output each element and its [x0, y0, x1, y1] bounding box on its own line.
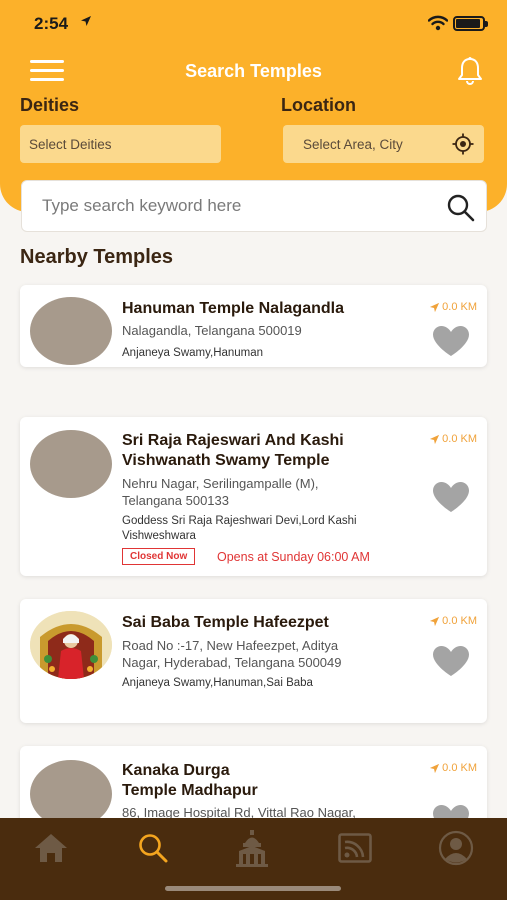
temple-address-line: Nagar, Hyderabad, Telangana 500049 [122, 655, 342, 670]
temple-address-line: Road No :-17, New Hafeezpet, Aditya [122, 638, 339, 653]
current-location-icon[interactable] [452, 133, 474, 155]
sai-baba-image [30, 611, 112, 679]
temple-address: Road No :-17, New Hafeezpet, Aditya Naga… [122, 637, 402, 671]
tab-home[interactable] [31, 828, 71, 868]
temple-name: Hanuman Temple Nalagandla [122, 300, 344, 317]
temple-image [30, 430, 112, 498]
wifi-icon [428, 15, 448, 31]
temple-card[interactable]: Hanuman Temple Nalagandla Nalagandla, Te… [20, 285, 487, 367]
temple-distance-value: 0.0 KM [442, 762, 477, 774]
temple-name: Sri Raja Rajeswari And Kashi Vishwanath … [122, 431, 392, 471]
temple-deities-line: Goddess Sri Raja Rajeshwari Devi,Lord Ka… [122, 515, 357, 527]
temple-name-line: Temple Madhapur [122, 782, 258, 799]
favorite-heart-icon[interactable] [432, 481, 470, 513]
distance-arrow-icon [430, 434, 440, 444]
tab-profile[interactable] [436, 828, 476, 868]
location-select[interactable]: Select Area, City [283, 125, 484, 163]
search-icon [139, 834, 168, 863]
location-arrow-icon [81, 16, 91, 26]
search-icon[interactable] [446, 193, 476, 223]
temple-icon [236, 830, 268, 867]
favorite-heart-icon[interactable] [432, 325, 470, 357]
cast-icon [338, 833, 372, 863]
profile-icon [438, 830, 474, 866]
notification-bell-icon[interactable] [456, 56, 484, 86]
location-label: Location [281, 95, 356, 115]
temple-name: Kanaka Durga Temple Madhapur [122, 761, 392, 801]
temple-deities: Anjaneya Swamy,Hanuman,Sai Baba [122, 677, 313, 689]
deities-label: Deities [20, 95, 80, 115]
closed-now-badge: Closed Now [122, 548, 196, 565]
temple-address: Nalagandla, Telangana 500019 [122, 323, 302, 338]
temple-address-line: Nehru Nagar, Serilingampalle (M), [122, 476, 319, 491]
temple-distance: 0.0 KM [429, 615, 477, 627]
deities-select-placeholder: Select Deities [29, 136, 112, 152]
temple-distance: 0.0 KM [429, 762, 477, 774]
temple-card[interactable]: Sri Raja Rajeswari And Kashi Vishwanath … [20, 417, 487, 576]
tab-feed[interactable] [335, 828, 375, 868]
temple-distance: 0.0 KM [429, 433, 477, 445]
temple-deities-line: Vishweshwara [122, 530, 196, 542]
search-input[interactable] [42, 196, 422, 216]
home-icon [35, 834, 67, 862]
distance-arrow-icon [430, 763, 440, 773]
distance-arrow-icon [430, 616, 440, 626]
page-title: Search Temples [185, 61, 322, 81]
temple-name-line: Vishwanath Swamy Temple [122, 452, 330, 469]
temple-distance-value: 0.0 KM [442, 433, 477, 445]
distance-arrow-icon [430, 302, 440, 312]
temple-name: Sai Baba Temple Hafeezpet [122, 614, 329, 631]
battery-icon [453, 16, 488, 31]
location-select-placeholder: Select Area, City [303, 136, 403, 152]
temple-distance-value: 0.0 KM [442, 301, 477, 313]
favorite-heart-icon[interactable] [432, 645, 470, 677]
temple-address-line: Telangana 500133 [122, 493, 229, 508]
temple-image [30, 611, 112, 679]
search-bar [21, 180, 487, 232]
temple-deities: Goddess Sri Raja Rajeshwari Devi,Lord Ka… [122, 514, 422, 544]
temple-card[interactable]: Sai Baba Temple Hafeezpet Road No :-17, … [20, 599, 487, 723]
nearby-temples-heading: Nearby Temples [20, 246, 174, 268]
temple-address: Nehru Nagar, Serilingampalle (M), Telang… [122, 475, 402, 509]
home-indicator[interactable] [165, 886, 341, 891]
temple-deities: Anjaneya Swamy,Hanuman [122, 347, 264, 359]
status-time: 2:54 [34, 14, 69, 33]
status-bar: 2:54 [0, 0, 507, 50]
tab-temples[interactable] [232, 828, 272, 868]
temple-name-line: Kanaka Durga [122, 762, 230, 779]
temple-distance-value: 0.0 KM [442, 615, 477, 627]
tab-search[interactable] [133, 828, 173, 868]
temple-name-line: Sri Raja Rajeswari And Kashi [122, 432, 344, 449]
deities-select[interactable]: Select Deities [20, 125, 221, 163]
temple-image [30, 297, 112, 365]
temple-distance: 0.0 KM [429, 301, 477, 313]
opening-time: Opens at Sunday 06:00 AM [217, 550, 370, 564]
